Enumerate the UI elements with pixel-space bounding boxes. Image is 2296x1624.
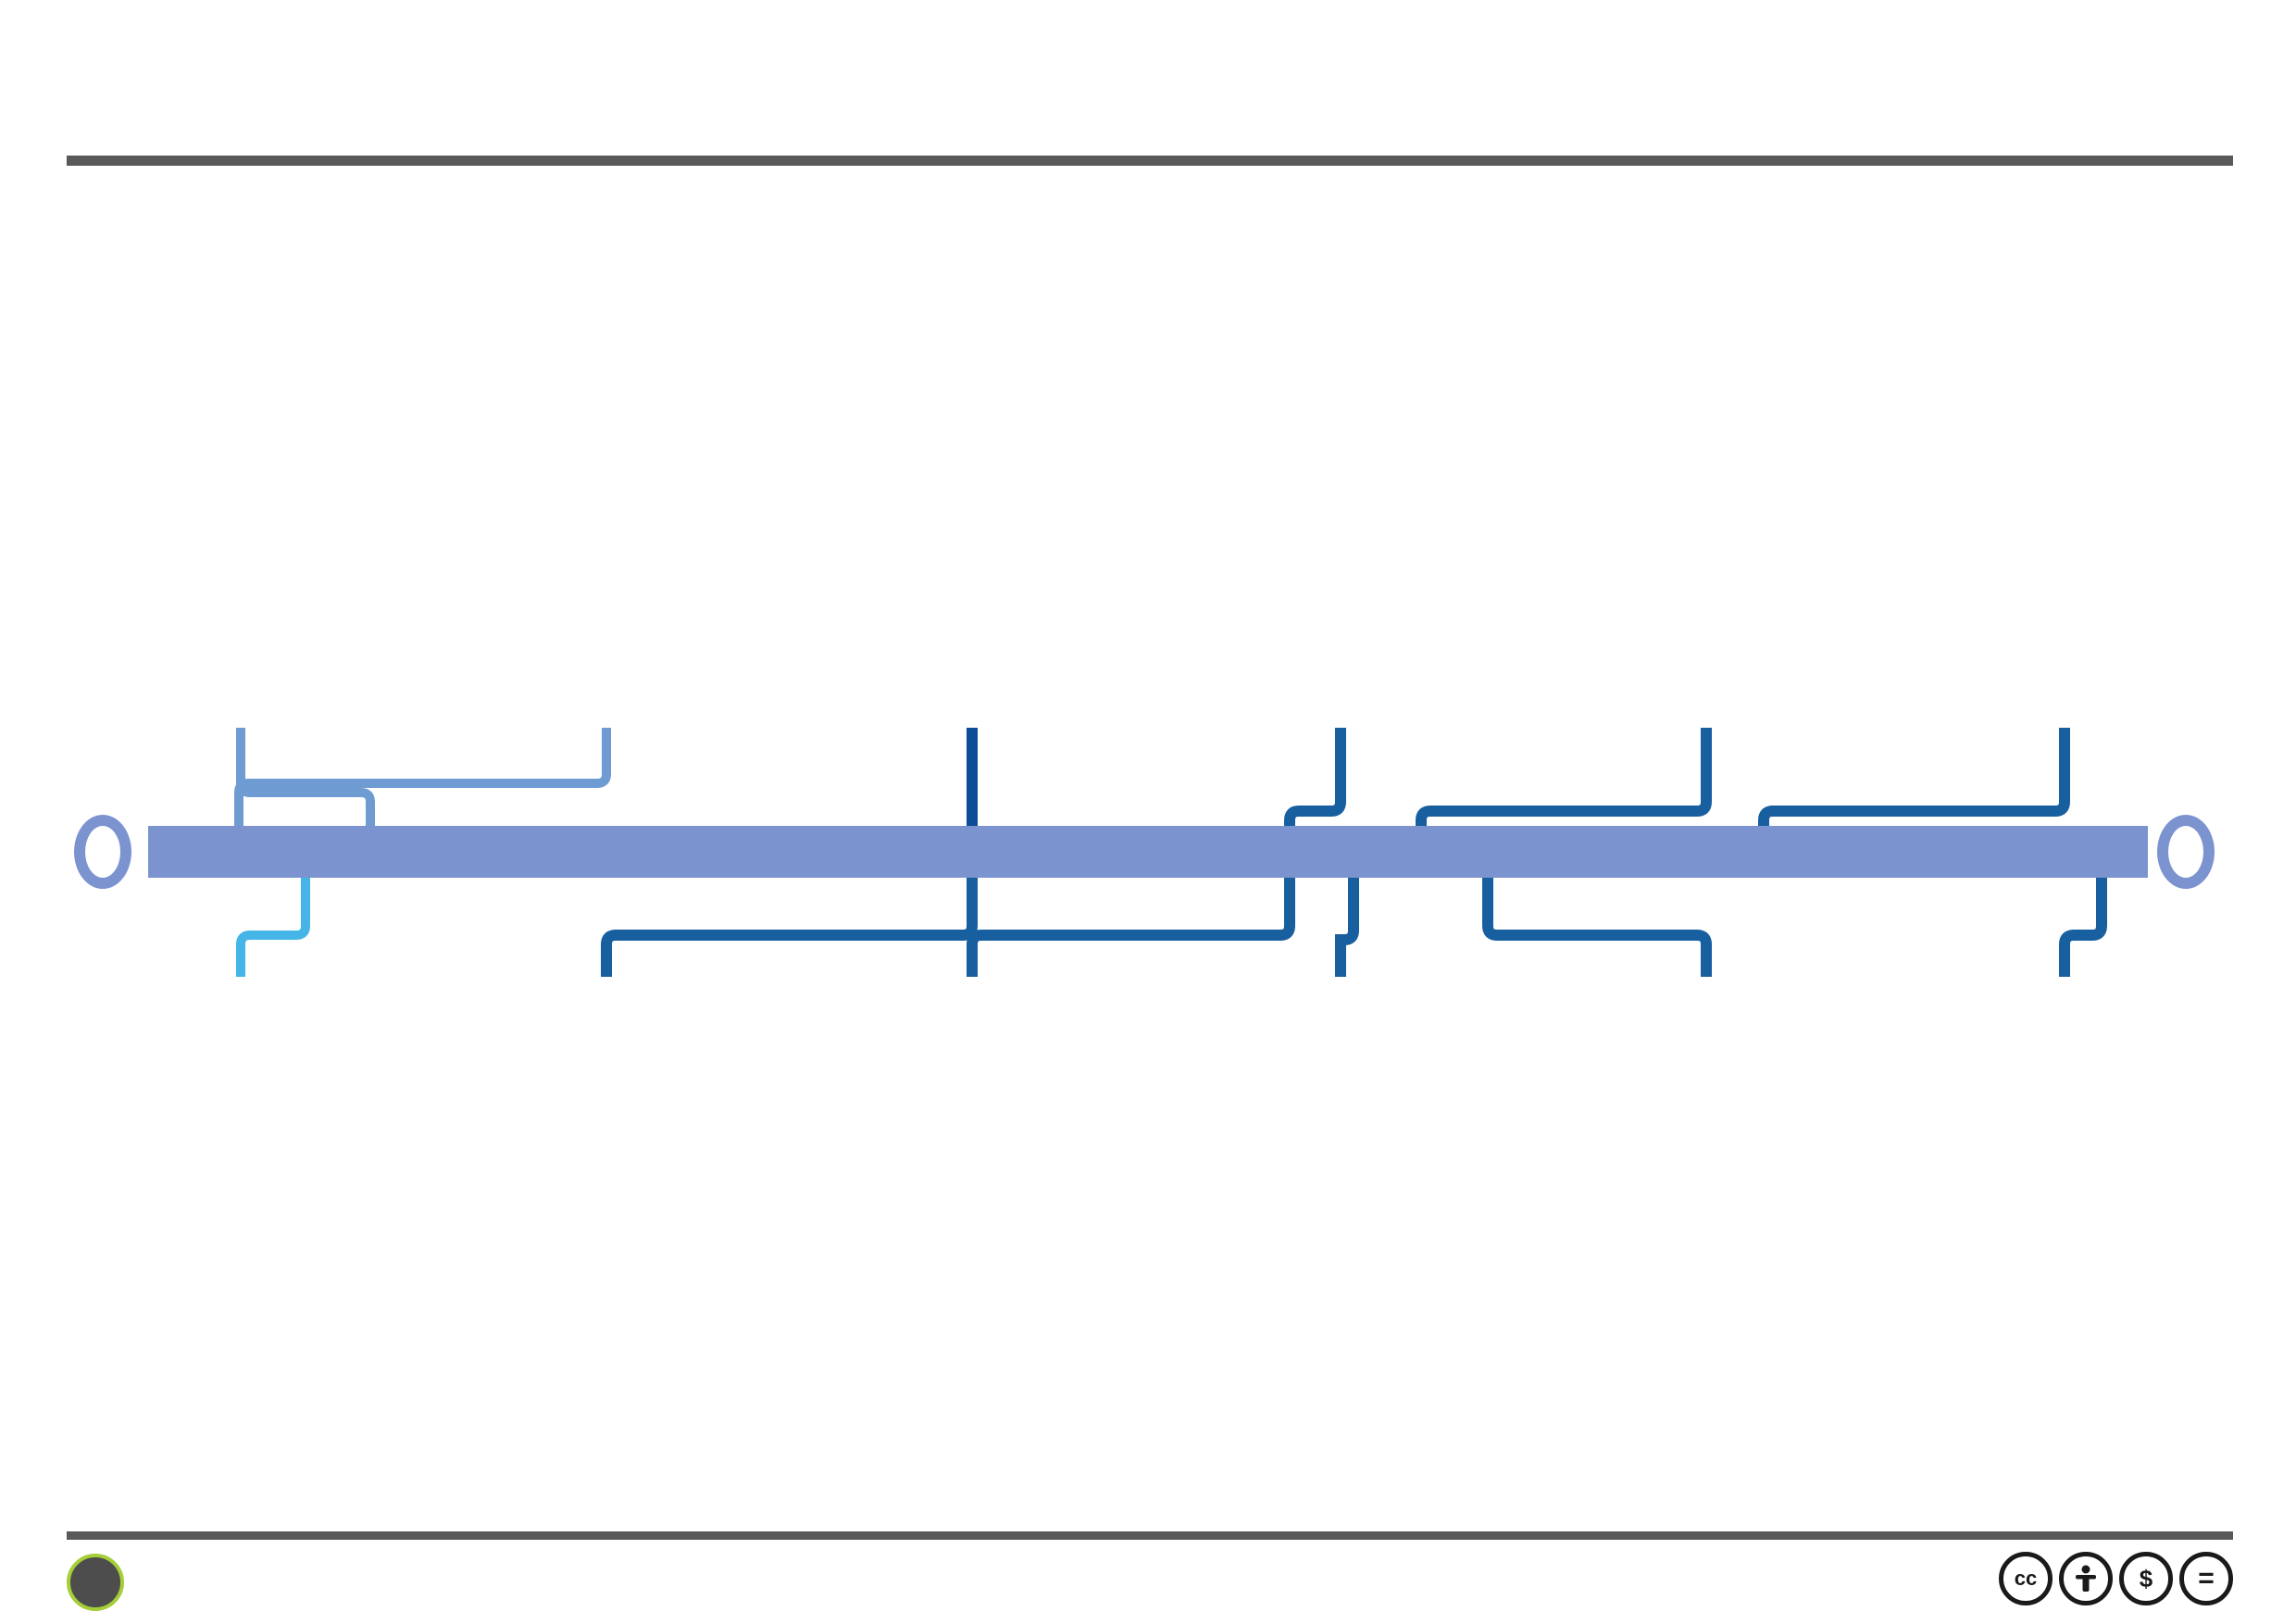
key-item-opioid bbox=[324, 185, 372, 220]
footer: cc $ = bbox=[67, 1552, 2233, 1618]
connector-layer bbox=[234, 728, 2107, 977]
creative-commons-badges: cc $ = bbox=[1999, 1552, 2233, 1605]
potency-bar-right-cap bbox=[2157, 815, 2215, 889]
paracetamol-badge-icon bbox=[239, 185, 274, 220]
footer-divider bbox=[67, 1531, 2233, 1540]
cc-icon: cc bbox=[1999, 1552, 2053, 1605]
infographic-page: cc $ = bbox=[0, 0, 2296, 1624]
cc-nc-icon: $ bbox=[2119, 1552, 2173, 1605]
potency-bar-left-cap bbox=[74, 815, 131, 889]
key-item-nsaid bbox=[154, 185, 202, 220]
cc-nd-icon: = bbox=[2179, 1552, 2233, 1605]
potency-bar bbox=[148, 826, 2148, 878]
title-divider bbox=[67, 156, 2233, 166]
cc-by-icon bbox=[2059, 1552, 2113, 1605]
subtitle-key-row bbox=[67, 181, 2238, 224]
key-item-paracetamol bbox=[239, 185, 287, 220]
nsaid-badge-icon bbox=[154, 185, 189, 220]
compound-interest-logo bbox=[67, 1554, 124, 1611]
opioid-badge-icon bbox=[324, 185, 359, 220]
